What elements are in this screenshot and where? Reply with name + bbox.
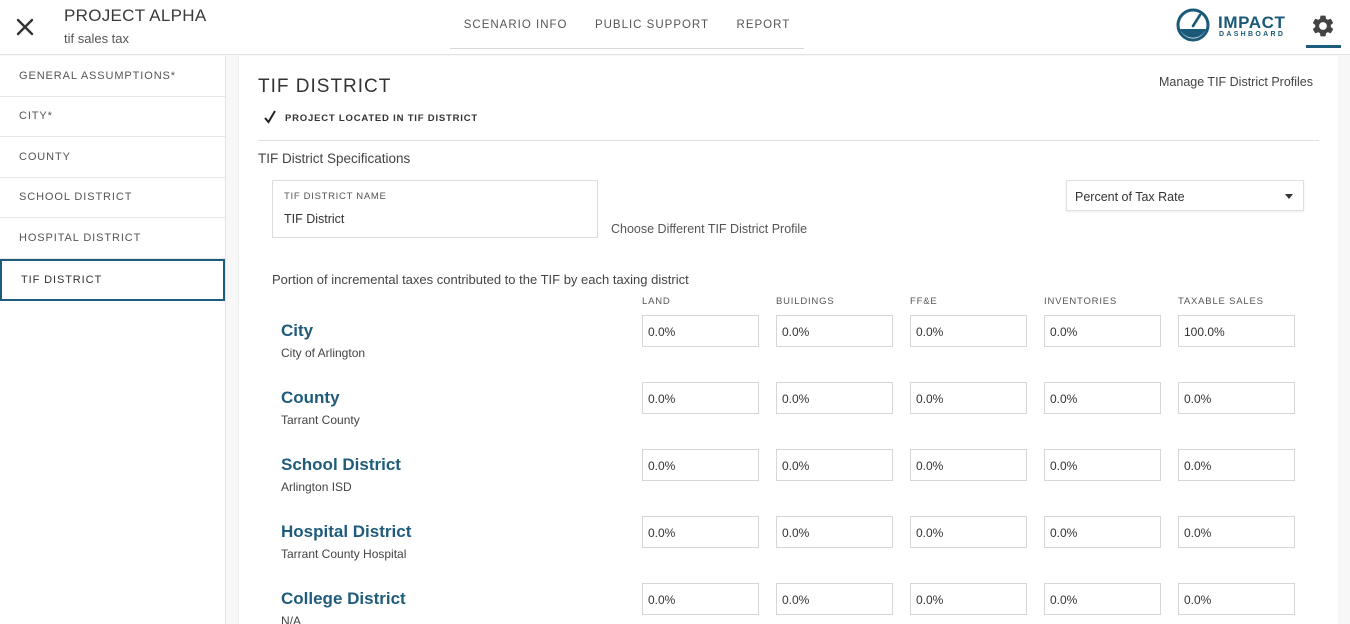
close-icon[interactable] <box>12 14 38 40</box>
school-taxable-sales-input[interactable]: 0.0% <box>1178 449 1295 481</box>
settings-gear-button[interactable] <box>1306 10 1341 48</box>
col-header-buildings: BUILDINGS <box>776 296 835 307</box>
sidebar: GENERAL ASSUMPTIONS* CITY* COUNTY SCHOOL… <box>0 56 226 624</box>
gear-icon <box>1312 15 1334 37</box>
sidebar-item-county[interactable]: COUNTY <box>0 137 225 178</box>
district-sub-college: N/A <box>281 614 302 624</box>
tif-location-checkbox[interactable] <box>263 110 276 125</box>
college-ffe-input[interactable]: 0.0% <box>910 583 1027 615</box>
city-inventories-input[interactable]: 0.0% <box>1044 315 1161 347</box>
tif-district-name-value[interactable]: TIF District <box>284 212 344 226</box>
col-header-land: LAND <box>642 296 671 307</box>
district-sub-city: City of Arlington <box>281 346 366 360</box>
county-ffe-input[interactable]: 0.0% <box>910 382 1027 414</box>
select-value: Percent of Tax Rate <box>1075 190 1185 204</box>
nav-scenario-info[interactable]: SCENARIO INFO <box>464 19 568 31</box>
main-content: TIF DISTRICT Manage TIF District Profile… <box>238 56 1338 624</box>
impact-dashboard-logo: IMPACT DASHBOARD <box>1176 8 1286 44</box>
district-name-hospital: Hospital District <box>281 522 412 541</box>
project-title: PROJECT ALPHA <box>64 6 207 25</box>
county-taxable-sales-input[interactable]: 0.0% <box>1178 382 1295 414</box>
divider <box>258 140 1319 141</box>
county-inventories-input[interactable]: 0.0% <box>1044 382 1161 414</box>
logo-text: IMPACT <box>1218 13 1286 32</box>
city-ffe-input[interactable]: 0.0% <box>910 315 1027 347</box>
manage-tif-profiles-link[interactable]: Manage TIF District Profiles <box>1159 75 1313 89</box>
choose-profile-link[interactable]: Choose Different TIF District Profile <box>611 222 807 236</box>
hospital-buildings-input[interactable]: 0.0% <box>776 516 893 548</box>
county-land-input[interactable]: 0.0% <box>642 382 759 414</box>
district-sub-county: Tarrant County <box>281 413 360 427</box>
project-subtitle: tif sales tax <box>64 31 130 46</box>
sidebar-item-general-assumptions[interactable]: GENERAL ASSUMPTIONS* <box>0 56 225 97</box>
tax-mode-select[interactable]: Percent of Tax Rate <box>1066 180 1304 211</box>
city-buildings-input[interactable]: 0.0% <box>776 315 893 347</box>
city-land-input[interactable]: 0.0% <box>642 315 759 347</box>
school-buildings-input[interactable]: 0.0% <box>776 449 893 481</box>
caret-down-icon <box>1285 194 1293 199</box>
college-inventories-input[interactable]: 0.0% <box>1044 583 1161 615</box>
sidebar-item-hospital-district[interactable]: HOSPITAL DISTRICT <box>0 218 225 259</box>
district-name-school: School District <box>281 455 401 474</box>
col-header-ffe: FF&E <box>910 296 938 307</box>
sidebar-item-city[interactable]: CITY* <box>0 97 225 137</box>
district-name-county: County <box>281 388 340 407</box>
district-sub-school: Arlington ISD <box>281 480 352 494</box>
sidebar-item-school-district[interactable]: SCHOOL DISTRICT <box>0 178 225 218</box>
sidebar-item-tif-district[interactable]: TIF DISTRICT <box>0 258 225 301</box>
city-taxable-sales-input[interactable]: 100.0% <box>1178 315 1295 347</box>
school-ffe-input[interactable]: 0.0% <box>910 449 1027 481</box>
top-header: PROJECT ALPHA tif sales tax SCENARIO INF… <box>0 0 1350 55</box>
college-land-input[interactable]: 0.0% <box>642 583 759 615</box>
school-land-input[interactable]: 0.0% <box>642 449 759 481</box>
district-name-city: City <box>281 321 314 340</box>
page-title: TIF DISTRICT <box>258 76 392 97</box>
tif-checkbox-row: PROJECT LOCATED IN TIF DISTRICT <box>263 110 478 125</box>
district-name-college: College District <box>281 589 406 608</box>
nav-public-support[interactable]: PUBLIC SUPPORT <box>595 19 709 31</box>
logo-subtext: DASHBOARD <box>1219 31 1286 38</box>
nav-report[interactable]: REPORT <box>737 19 791 31</box>
tif-district-name-label: TIF DISTRICT NAME <box>284 191 387 202</box>
college-taxable-sales-input[interactable]: 0.0% <box>1178 583 1295 615</box>
checkmark-icon <box>264 110 276 124</box>
checkbox-label: PROJECT LOCATED IN TIF DISTRICT <box>285 113 478 124</box>
hospital-inventories-input[interactable]: 0.0% <box>1044 516 1161 548</box>
hospital-ffe-input[interactable]: 0.0% <box>910 516 1027 548</box>
hospital-taxable-sales-input[interactable]: 0.0% <box>1178 516 1295 548</box>
spec-title: TIF District Specifications <box>258 151 411 166</box>
portion-description: Portion of incremental taxes contributed… <box>272 272 689 287</box>
top-nav: SCENARIO INFO PUBLIC SUPPORT REPORT <box>450 0 804 49</box>
tif-district-name-field[interactable]: TIF DISTRICT NAME TIF District <box>272 180 598 238</box>
gauge-logo-icon <box>1176 8 1210 42</box>
district-sub-hospital: Tarrant County Hospital <box>281 547 407 561</box>
col-header-taxable-sales: TAXABLE SALES <box>1178 296 1264 307</box>
hospital-land-input[interactable]: 0.0% <box>642 516 759 548</box>
college-buildings-input[interactable]: 0.0% <box>776 583 893 615</box>
county-buildings-input[interactable]: 0.0% <box>776 382 893 414</box>
school-inventories-input[interactable]: 0.0% <box>1044 449 1161 481</box>
col-header-inventories: INVENTORIES <box>1044 296 1118 307</box>
